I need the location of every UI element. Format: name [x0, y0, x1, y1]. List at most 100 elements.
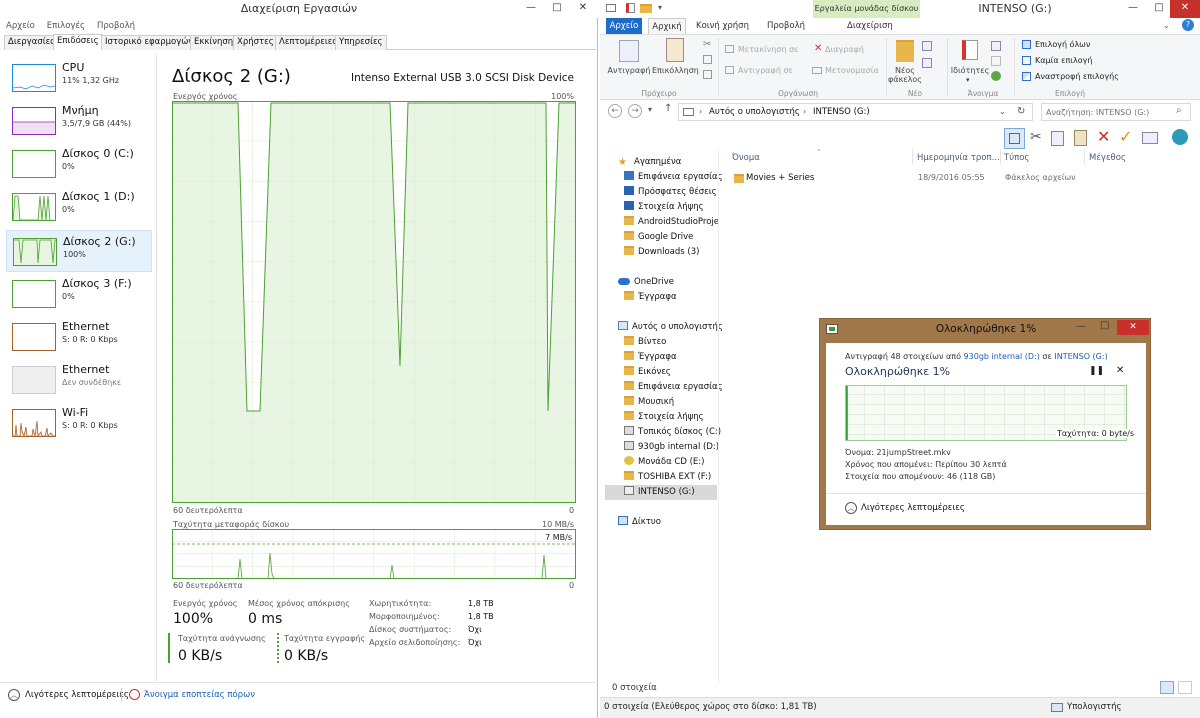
- minimize-button[interactable]: —: [1076, 321, 1086, 332]
- cut-icon[interactable]: ✂: [1030, 129, 1042, 145]
- nav-item-drive-d[interactable]: 930gb internal (D:): [624, 440, 719, 455]
- checkmark-icon[interactable]: ✓: [1119, 127, 1132, 146]
- maximize-button[interactable]: □: [1146, 0, 1172, 18]
- tab-services[interactable]: Υπηρεσίες: [335, 35, 387, 50]
- nav-item-videos[interactable]: Βίντεο: [624, 335, 666, 350]
- tab-view[interactable]: Προβολή: [767, 18, 805, 34]
- refresh-icon[interactable]: ↻: [1017, 106, 1025, 117]
- easy-access-icon[interactable]: [922, 58, 932, 68]
- nav-item-androidstudio[interactable]: AndroidStudioProje: [624, 215, 719, 230]
- up-button[interactable]: ↑: [664, 103, 672, 114]
- chevron-up-icon[interactable]: ︿: [8, 689, 20, 701]
- nav-item-pictures[interactable]: Εικόνες: [624, 365, 671, 380]
- nav-item-google-drive[interactable]: Google Drive: [624, 230, 693, 245]
- pane-splitter[interactable]: [718, 150, 719, 685]
- copy-to-button[interactable]: Αντιγραφή σε: [738, 66, 793, 75]
- close-button[interactable]: ✕: [570, 0, 596, 18]
- tab-manage[interactable]: Διαχείριση: [847, 18, 893, 34]
- nav-item-drive-e[interactable]: Μονάδα CD (E:): [624, 455, 704, 470]
- properties-dropdown-icon[interactable]: ▾: [966, 76, 970, 84]
- nav-item-downloads[interactable]: Στοιχεία λήψης: [624, 200, 704, 215]
- nav-item-drive-c[interactable]: Τοπικός δίσκος (C:): [624, 425, 721, 440]
- tab-users[interactable]: Χρήστες: [233, 35, 278, 50]
- address-bar[interactable]: › Αυτός ο υπολογιστής › INTENSO (G:) ⌄ ↻: [678, 103, 1033, 121]
- sidebar-item-ethernet-2[interactable]: Ethernet Δεν συνδέθηκε: [6, 359, 152, 401]
- nav-item-recent[interactable]: Πρόσφατες θέσεις: [624, 185, 717, 200]
- quick-access-dropdown-icon[interactable]: ▾: [658, 3, 662, 12]
- tab-processes[interactable]: Διεργασίες: [4, 35, 60, 50]
- column-name[interactable]: Όνομα: [732, 153, 760, 163]
- fewer-details-link[interactable]: Λιγότερες λεπτομέρειες: [25, 690, 129, 700]
- sidebar-item-disk-3[interactable]: Δίσκος 3 (F:) 0%: [6, 273, 152, 315]
- copy-button[interactable]: Αντιγραφή: [606, 66, 652, 75]
- nav-item-downloads-3[interactable]: Downloads (3): [624, 245, 699, 260]
- column-type[interactable]: Τύπος: [1004, 153, 1029, 163]
- forward-button[interactable]: →: [628, 104, 642, 118]
- menu-options[interactable]: Επιλογές: [47, 21, 85, 31]
- column-date[interactable]: Ημερομηνία τροπ...: [917, 153, 1000, 163]
- select-none-button[interactable]: Καμία επιλογή: [1035, 56, 1092, 65]
- recent-locations-icon[interactable]: ▾: [648, 105, 652, 114]
- tab-file[interactable]: Αρχείο: [606, 18, 642, 34]
- select-all-button[interactable]: Επιλογή όλων: [1035, 40, 1090, 49]
- tab-startup[interactable]: Εκκίνηση: [190, 35, 238, 50]
- close-button[interactable]: ✕: [1117, 320, 1149, 335]
- nav-item-downloads-pc[interactable]: Στοιχεία λήψης: [624, 410, 704, 425]
- invert-selection-button[interactable]: Αναστροφή επιλογής: [1035, 72, 1119, 81]
- sidebar-item-ethernet-1[interactable]: Ethernet S: 0 R: 0 Kbps: [6, 316, 152, 358]
- breadcrumb-intenso[interactable]: INTENSO (G:): [813, 107, 870, 117]
- new-item-icon[interactable]: [922, 41, 932, 51]
- column-size[interactable]: Μέγεθος: [1089, 153, 1126, 163]
- rename-icon[interactable]: [1142, 132, 1158, 144]
- new-folder-button[interactable]: Νέος φάκελος: [887, 66, 923, 84]
- navigation-pane-button[interactable]: [1004, 128, 1025, 149]
- cancel-button[interactable]: ✕: [1116, 365, 1124, 376]
- nav-network[interactable]: Δίκτυο: [618, 515, 661, 530]
- edit-icon[interactable]: [991, 56, 1001, 66]
- search-box[interactable]: ⌕: [1041, 103, 1191, 121]
- tab-home[interactable]: Αρχική: [648, 18, 686, 34]
- paste-icon[interactable]: [1074, 130, 1087, 146]
- paste-button[interactable]: Επικόλληση: [652, 66, 699, 75]
- sidebar-item-memory[interactable]: Μνήμη 3,5/7,9 GB (44%): [6, 100, 152, 142]
- minimize-button[interactable]: —: [518, 0, 544, 18]
- column-divider[interactable]: [912, 149, 913, 165]
- destination-link[interactable]: INTENSO (G:): [1054, 352, 1107, 361]
- tab-share[interactable]: Κοινή χρήση: [696, 18, 749, 34]
- address-dropdown-icon[interactable]: ⌄: [999, 107, 1006, 116]
- cut-icon[interactable]: ✂: [703, 39, 711, 50]
- history-icon[interactable]: [991, 71, 1001, 81]
- nav-this-pc[interactable]: Αυτός ο υπολογιστής: [618, 320, 723, 335]
- open-icon[interactable]: [991, 41, 1001, 51]
- nav-item-onedrive-documents[interactable]: Έγγραφα: [624, 290, 677, 305]
- back-button[interactable]: ←: [608, 104, 622, 118]
- properties-quick-icon[interactable]: [626, 3, 635, 13]
- properties-button[interactable]: Ιδιότητες: [950, 66, 990, 75]
- close-button[interactable]: ✕: [1170, 0, 1200, 18]
- nav-onedrive[interactable]: OneDrive: [618, 275, 674, 290]
- breadcrumb-this-pc[interactable]: Αυτός ο υπολογιστής: [709, 107, 800, 117]
- nav-item-drive-g[interactable]: INTENSO (G:): [605, 485, 717, 500]
- sidebar-item-cpu[interactable]: CPU 11% 1,32 GHz: [6, 57, 152, 99]
- menu-file[interactable]: Αρχείο: [6, 21, 35, 31]
- nav-favorites[interactable]: ★ Αγαπημένα: [618, 155, 681, 170]
- sidebar-item-disk-2[interactable]: Δίσκος 2 (G:) 100%: [6, 230, 152, 272]
- large-icons-view-button[interactable]: [1178, 681, 1192, 694]
- copy-icon[interactable]: [1051, 131, 1064, 146]
- help-icon[interactable]: ?: [1182, 19, 1194, 31]
- nav-item-drive-f[interactable]: TOSHIBA EXT (F:): [624, 470, 711, 485]
- tab-app-history[interactable]: Ιστορικό εφαρμογών: [101, 35, 198, 50]
- nav-item-desktop[interactable]: Επιφάνεια εργασίας: [624, 170, 723, 185]
- maximize-button[interactable]: □: [1100, 320, 1109, 331]
- source-link[interactable]: 930gb internal (D:): [964, 352, 1040, 361]
- move-to-button[interactable]: Μετακίνηση σε: [738, 45, 798, 54]
- details-view-button[interactable]: [1160, 681, 1174, 694]
- tab-performance[interactable]: Επιδόσεις: [53, 34, 103, 50]
- paste-shortcut-icon[interactable]: [703, 70, 712, 79]
- sidebar-item-disk-0[interactable]: Δίσκος 0 (C:) 0%: [6, 143, 152, 185]
- sidebar-item-disk-1[interactable]: Δίσκος 1 (D:) 0%: [6, 186, 152, 228]
- menu-view[interactable]: Προβολή: [97, 21, 135, 31]
- maximize-button[interactable]: □: [544, 0, 570, 18]
- nav-item-desktop-pc[interactable]: Επιφάνεια εργασίας: [624, 380, 723, 395]
- rename-button[interactable]: Μετονομασία: [825, 66, 879, 75]
